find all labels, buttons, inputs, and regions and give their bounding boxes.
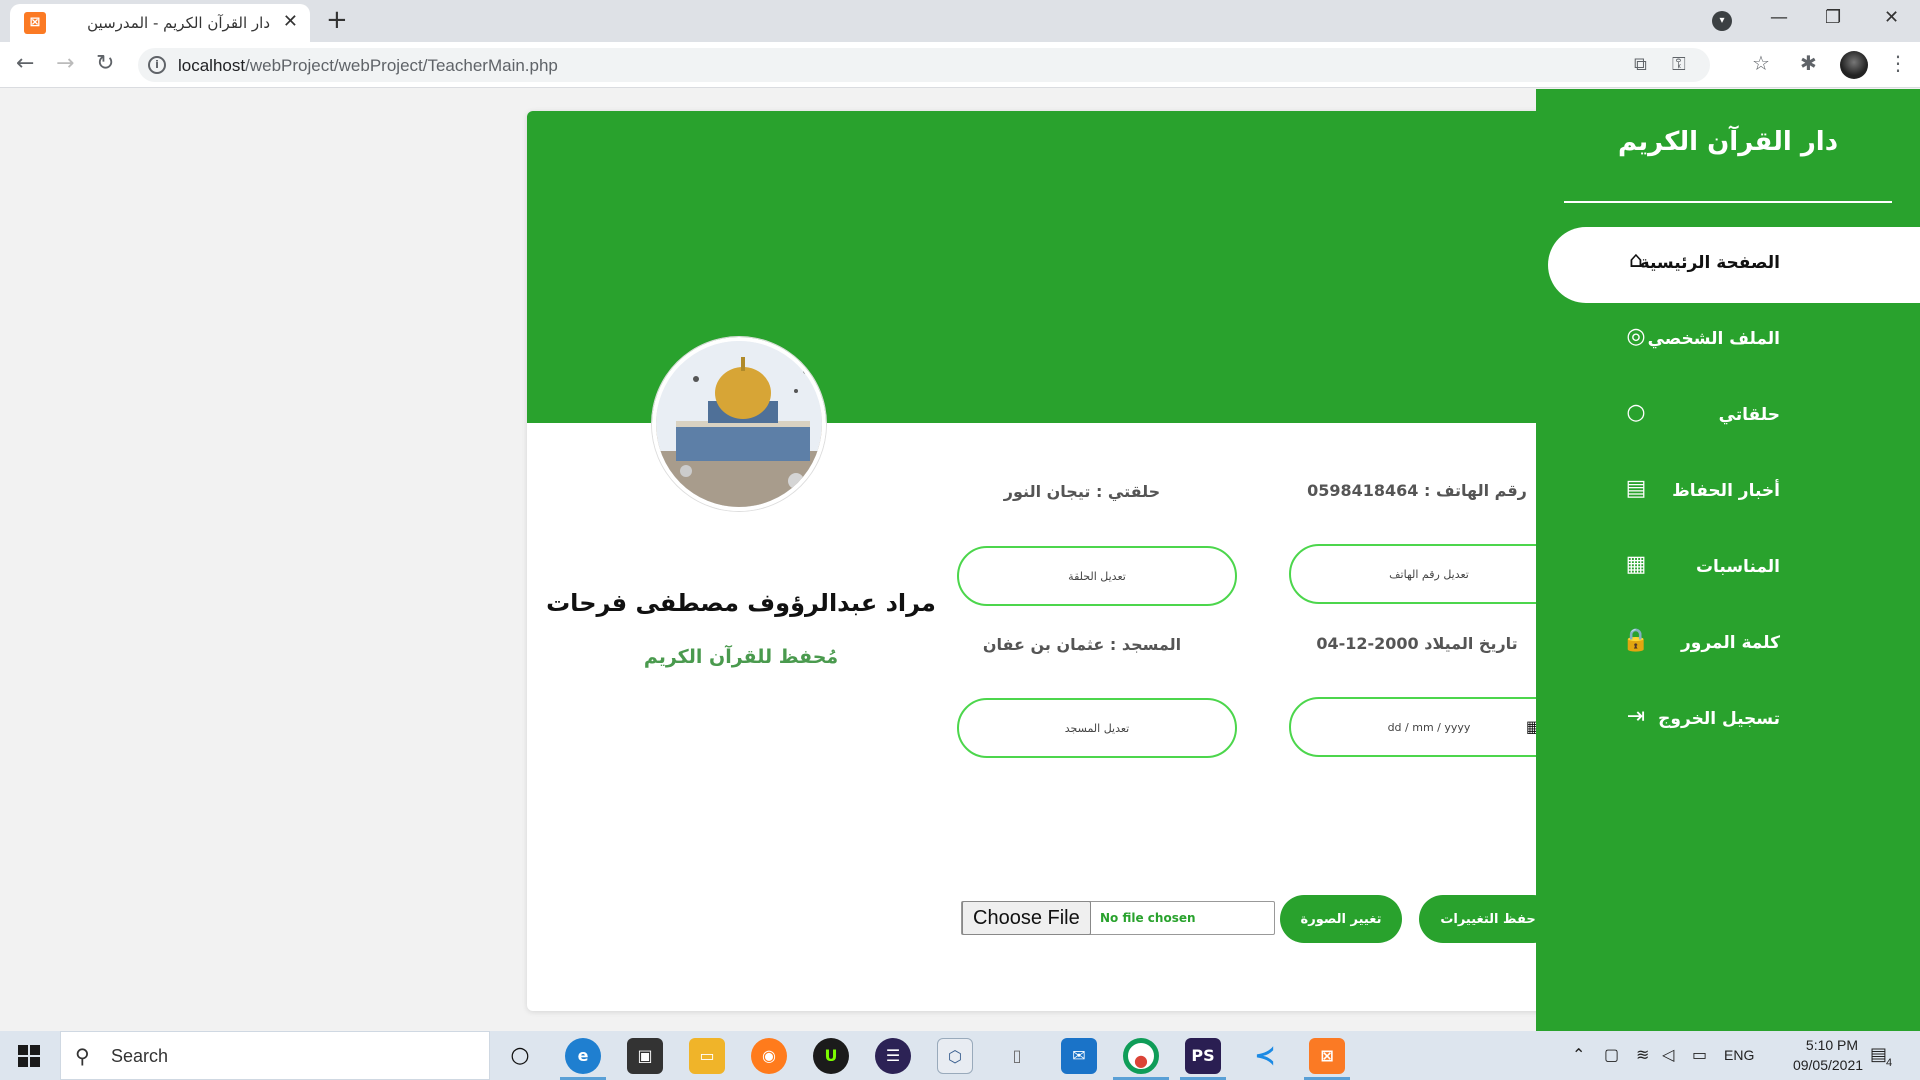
store-icon[interactable]: ▣ — [627, 1038, 663, 1074]
file-explorer-icon[interactable]: ▭ — [689, 1038, 725, 1074]
back-arrow-icon[interactable]: ← — [16, 51, 34, 77]
page: مراد عبدالرؤوف مصطفى فرحات مُحفظ للقرآن … — [0, 89, 1920, 1031]
edit-mosque-button[interactable]: تعديل المسجد — [957, 698, 1237, 758]
task-view-icon[interactable]: ○ — [502, 1038, 538, 1074]
circle-icon: ○ — [1626, 400, 1646, 425]
file-status-text: No file chosen — [1100, 911, 1196, 925]
browser-tab-bar: ⊠ دار القرآن الكريم - المدرسين ✕ + ▾ — ❐… — [0, 0, 1920, 42]
edit-phone-button[interactable]: تعديل رقم الهاتف — [1289, 544, 1569, 604]
sidebar-item-profile[interactable]: ◎ الملف الشخصي — [1548, 303, 1920, 379]
language-indicator[interactable]: ENG — [1724, 1047, 1754, 1063]
sidebar-item-label: كلمة المرور — [1681, 633, 1780, 653]
intellij-ultimate-icon[interactable]: U — [813, 1038, 849, 1074]
dome-of-the-rock-image — [656, 341, 822, 507]
window-close-icon[interactable]: ✕ — [1884, 6, 1899, 30]
windows-start-icon[interactable] — [18, 1045, 40, 1067]
sidebar-item-label: الصفحة الرئيسية — [1639, 253, 1780, 273]
wifi-icon[interactable]: ≋ — [1636, 1045, 1649, 1065]
calendar-icon: ▦ — [1625, 552, 1647, 577]
choose-file-button[interactable]: Choose File — [962, 901, 1091, 935]
mail-icon[interactable]: ✉ — [1061, 1038, 1097, 1074]
sidebar-item-news[interactable]: ▤ أخبار الحفاظ — [1548, 455, 1920, 531]
minimize-icon[interactable]: — — [1770, 6, 1788, 30]
tray-chevron-icon[interactable]: ⌃ — [1572, 1045, 1585, 1065]
profile-avatar[interactable] — [1840, 51, 1868, 79]
user-circle-icon: ◎ — [1626, 324, 1646, 349]
chrome-icon[interactable]: ● — [1123, 1038, 1159, 1074]
lock-icon: 🔒 — [1622, 628, 1650, 653]
notification-icon[interactable]: ▤ — [1870, 1045, 1887, 1065]
eclipse-icon[interactable]: ☰ — [875, 1038, 911, 1074]
edit-mosque-label: تعديل المسجد — [1064, 721, 1130, 735]
meet-now-icon[interactable]: ▢ — [1604, 1045, 1619, 1065]
new-tab-button[interactable]: + — [326, 6, 348, 34]
reload-icon[interactable]: ↻ — [96, 51, 114, 77]
sidebar: دار القرآن الكريم ⌂ الصفحة الرئيسية ◎ ال… — [1536, 89, 1920, 1031]
extensions-puzzle-icon[interactable]: ✱ — [1800, 50, 1817, 76]
virtualbox-icon[interactable]: ⬡ — [937, 1038, 973, 1074]
sidebar-item-label: حلقاتي — [1718, 405, 1780, 425]
mosque-text: المسجد : عثمان بن عفان — [982, 635, 1182, 654]
edit-circle-label: تعديل الحلقة — [1068, 569, 1126, 583]
tab-title: دار القرآن الكريم - المدرسين — [87, 14, 270, 32]
phpstorm-icon[interactable]: PS — [1185, 1038, 1221, 1074]
logout-icon: ⇥ — [1626, 704, 1646, 729]
browser-tab[interactable]: ⊠ دار القرآن الكريم - المدرسين ✕ — [10, 4, 310, 42]
sidebar-item-label: أخبار الحفاظ — [1672, 481, 1780, 501]
phone-text: رقم الهاتف : 0598418464 — [1307, 481, 1527, 500]
edit-phone-label: تعديل رقم الهاتف — [1389, 567, 1469, 581]
newspaper-icon: ▤ — [1625, 476, 1647, 501]
sidebar-item-label: الملف الشخصي — [1647, 329, 1780, 349]
usb-device-icon[interactable]: ▯ — [999, 1038, 1035, 1074]
profile-photo — [652, 337, 826, 511]
taskbar-search[interactable]: ⚲ Search — [60, 1031, 490, 1080]
date-placeholder: dd / mm / yyyy — [1387, 720, 1471, 734]
birth-date-input[interactable]: dd / mm / yyyy ▦ — [1289, 697, 1569, 757]
clock-time[interactable]: 5:10 PM — [1784, 1037, 1880, 1053]
tab-close-icon[interactable]: ✕ — [283, 12, 298, 32]
volume-icon[interactable]: ◁ — [1662, 1045, 1674, 1065]
circle-text: حلقتي : تيجان النور — [1003, 482, 1161, 501]
edit-circle-button[interactable]: تعديل الحلقة — [957, 546, 1237, 606]
omnibox[interactable]: i localhost/webProject/webProject/Teache… — [138, 48, 1710, 82]
battery-icon[interactable]: ▭ — [1692, 1045, 1707, 1065]
change-photo-button[interactable]: تغيير الصورة — [1280, 895, 1402, 943]
sidebar-item-logout[interactable]: ⇥ تسجيل الخروج — [1548, 683, 1920, 759]
taskbar: ⚲ Search ○ e ▣ ▭ ◉ U ☰ ⬡ ▯ ✉ ● PS ≺ ⊠ ⌃ … — [0, 1031, 1920, 1080]
sidebar-item-label: المناسبات — [1695, 557, 1780, 577]
menu-kebab-icon[interactable]: ⋮ — [1888, 50, 1908, 76]
sidebar-item-label: تسجيل الخروج — [1658, 709, 1780, 729]
sidebar-item-password[interactable]: 🔒 كلمة المرور — [1548, 607, 1920, 683]
brand-divider — [1564, 201, 1892, 203]
firefox-icon[interactable]: ◉ — [751, 1038, 787, 1074]
notification-count: 4 — [1886, 1057, 1893, 1069]
search-icon: ⚲ — [75, 1044, 90, 1068]
sidebar-item-events[interactable]: ▦ المناسبات — [1548, 531, 1920, 607]
birth-date-text: تاريخ الميلاد 2000-12-04 — [1316, 634, 1518, 653]
vscode-icon[interactable]: ≺ — [1247, 1038, 1283, 1074]
teacher-role: مُحفظ للقرآن الكريم — [643, 646, 839, 668]
forward-arrow-icon[interactable]: → — [56, 51, 74, 77]
edge-icon[interactable]: e — [565, 1038, 601, 1074]
sidebar-item-my-circles[interactable]: ○ حلقاتي — [1548, 379, 1920, 455]
teacher-name: مراد عبدالرؤوف مصطفى فرحات — [546, 589, 936, 617]
info-icon[interactable]: i — [148, 56, 166, 74]
bookmark-star-icon[interactable]: ☆ — [1752, 50, 1770, 76]
search-placeholder: Search — [111, 1046, 169, 1066]
translate-icon[interactable]: ⧉ — [1634, 54, 1647, 76]
key-icon[interactable]: ⚿ — [1672, 54, 1686, 76]
xampp-icon[interactable]: ⊠ — [1309, 1038, 1345, 1074]
address-toolbar: ← → ↻ i localhost/webProject/webProject/… — [0, 42, 1920, 88]
url-text[interactable]: localhost/webProject/webProject/TeacherM… — [178, 56, 558, 76]
tab-search-icon[interactable]: ▾ — [1712, 11, 1732, 31]
photo-file-input[interactable]: Choose File No file chosen — [961, 901, 1275, 935]
sidebar-item-home[interactable]: ⌂ الصفحة الرئيسية — [1548, 227, 1920, 303]
sidebar-brand: دار القرآن الكريم — [1617, 127, 1839, 157]
restore-icon[interactable]: ❐ — [1825, 6, 1841, 30]
